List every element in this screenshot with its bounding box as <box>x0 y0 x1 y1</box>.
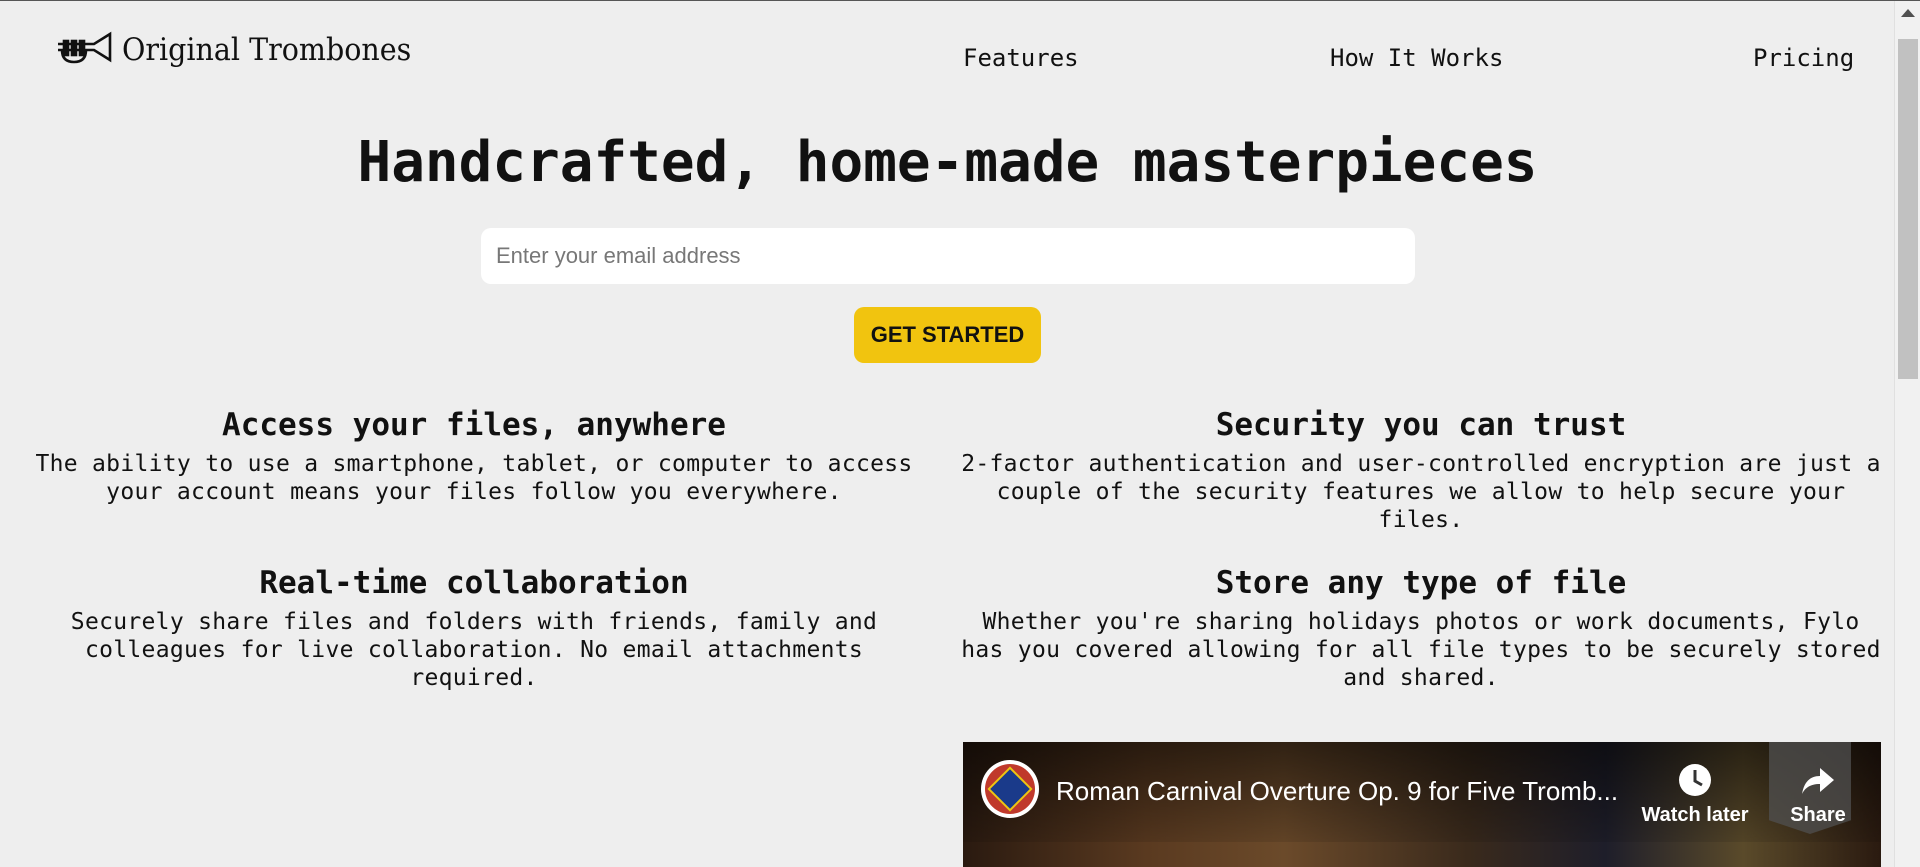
feature-title: Security you can trust <box>1215 407 1627 443</box>
nav-link-features[interactable]: Features <box>963 44 1079 72</box>
watch-later-label: Watch later <box>1641 804 1749 826</box>
feature-title: Store any type of file <box>1215 565 1627 601</box>
nav-link-pricing[interactable]: Pricing <box>1753 44 1854 72</box>
feature-title: Real-time collaboration <box>259 565 689 601</box>
hero-title: Handcrafted, home-made masterpieces <box>357 130 1538 195</box>
share-arrow-icon <box>1802 768 1834 794</box>
channel-avatar[interactable] <box>981 760 1039 818</box>
nav-link-how-it-works[interactable]: How It Works <box>1330 44 1503 72</box>
feature-text: 2-factor authentication and user-control… <box>961 451 1881 533</box>
feature-text: The ability to use a smartphone, tablet,… <box>35 451 913 505</box>
window-top-border <box>0 0 1920 1</box>
feature-access-anywhere: Access your files, anywhere The ability … <box>18 406 930 506</box>
feature-text: Securely share files and folders with fr… <box>70 609 878 691</box>
brand-logo[interactable]: Original Trombones <box>56 30 436 70</box>
get-started-button[interactable]: GET STARTED <box>854 307 1041 363</box>
scroll-up-arrow-icon[interactable] <box>1901 9 1915 17</box>
vertical-scrollbar[interactable] <box>1894 1 1920 867</box>
feature-text: Whether you're sharing holidays photos o… <box>961 609 1881 691</box>
watch-later-button[interactable]: Watch later <box>1635 762 1755 827</box>
feature-title: Access your files, anywhere <box>222 407 726 443</box>
trumpet-icon <box>58 31 112 64</box>
share-label: Share <box>1790 804 1846 826</box>
video-title[interactable]: Roman Carnival Overture Op. 9 for Five T… <box>1056 776 1618 807</box>
feature-file-types: Store any type of file Whether you're sh… <box>960 564 1882 692</box>
brand-name: Original Trombones <box>122 32 412 68</box>
share-button[interactable]: Share <box>1768 762 1868 827</box>
clock-icon <box>1679 764 1711 796</box>
embedded-video-player[interactable]: Roman Carnival Overture Op. 9 for Five T… <box>963 742 1881 867</box>
scrollbar-thumb[interactable] <box>1898 39 1918 379</box>
feature-security: Security you can trust 2-factor authenti… <box>960 406 1882 534</box>
feature-collaboration: Real-time collaboration Securely share f… <box>18 564 930 692</box>
channel-emblem-icon <box>985 764 1035 814</box>
email-input[interactable] <box>481 228 1415 284</box>
